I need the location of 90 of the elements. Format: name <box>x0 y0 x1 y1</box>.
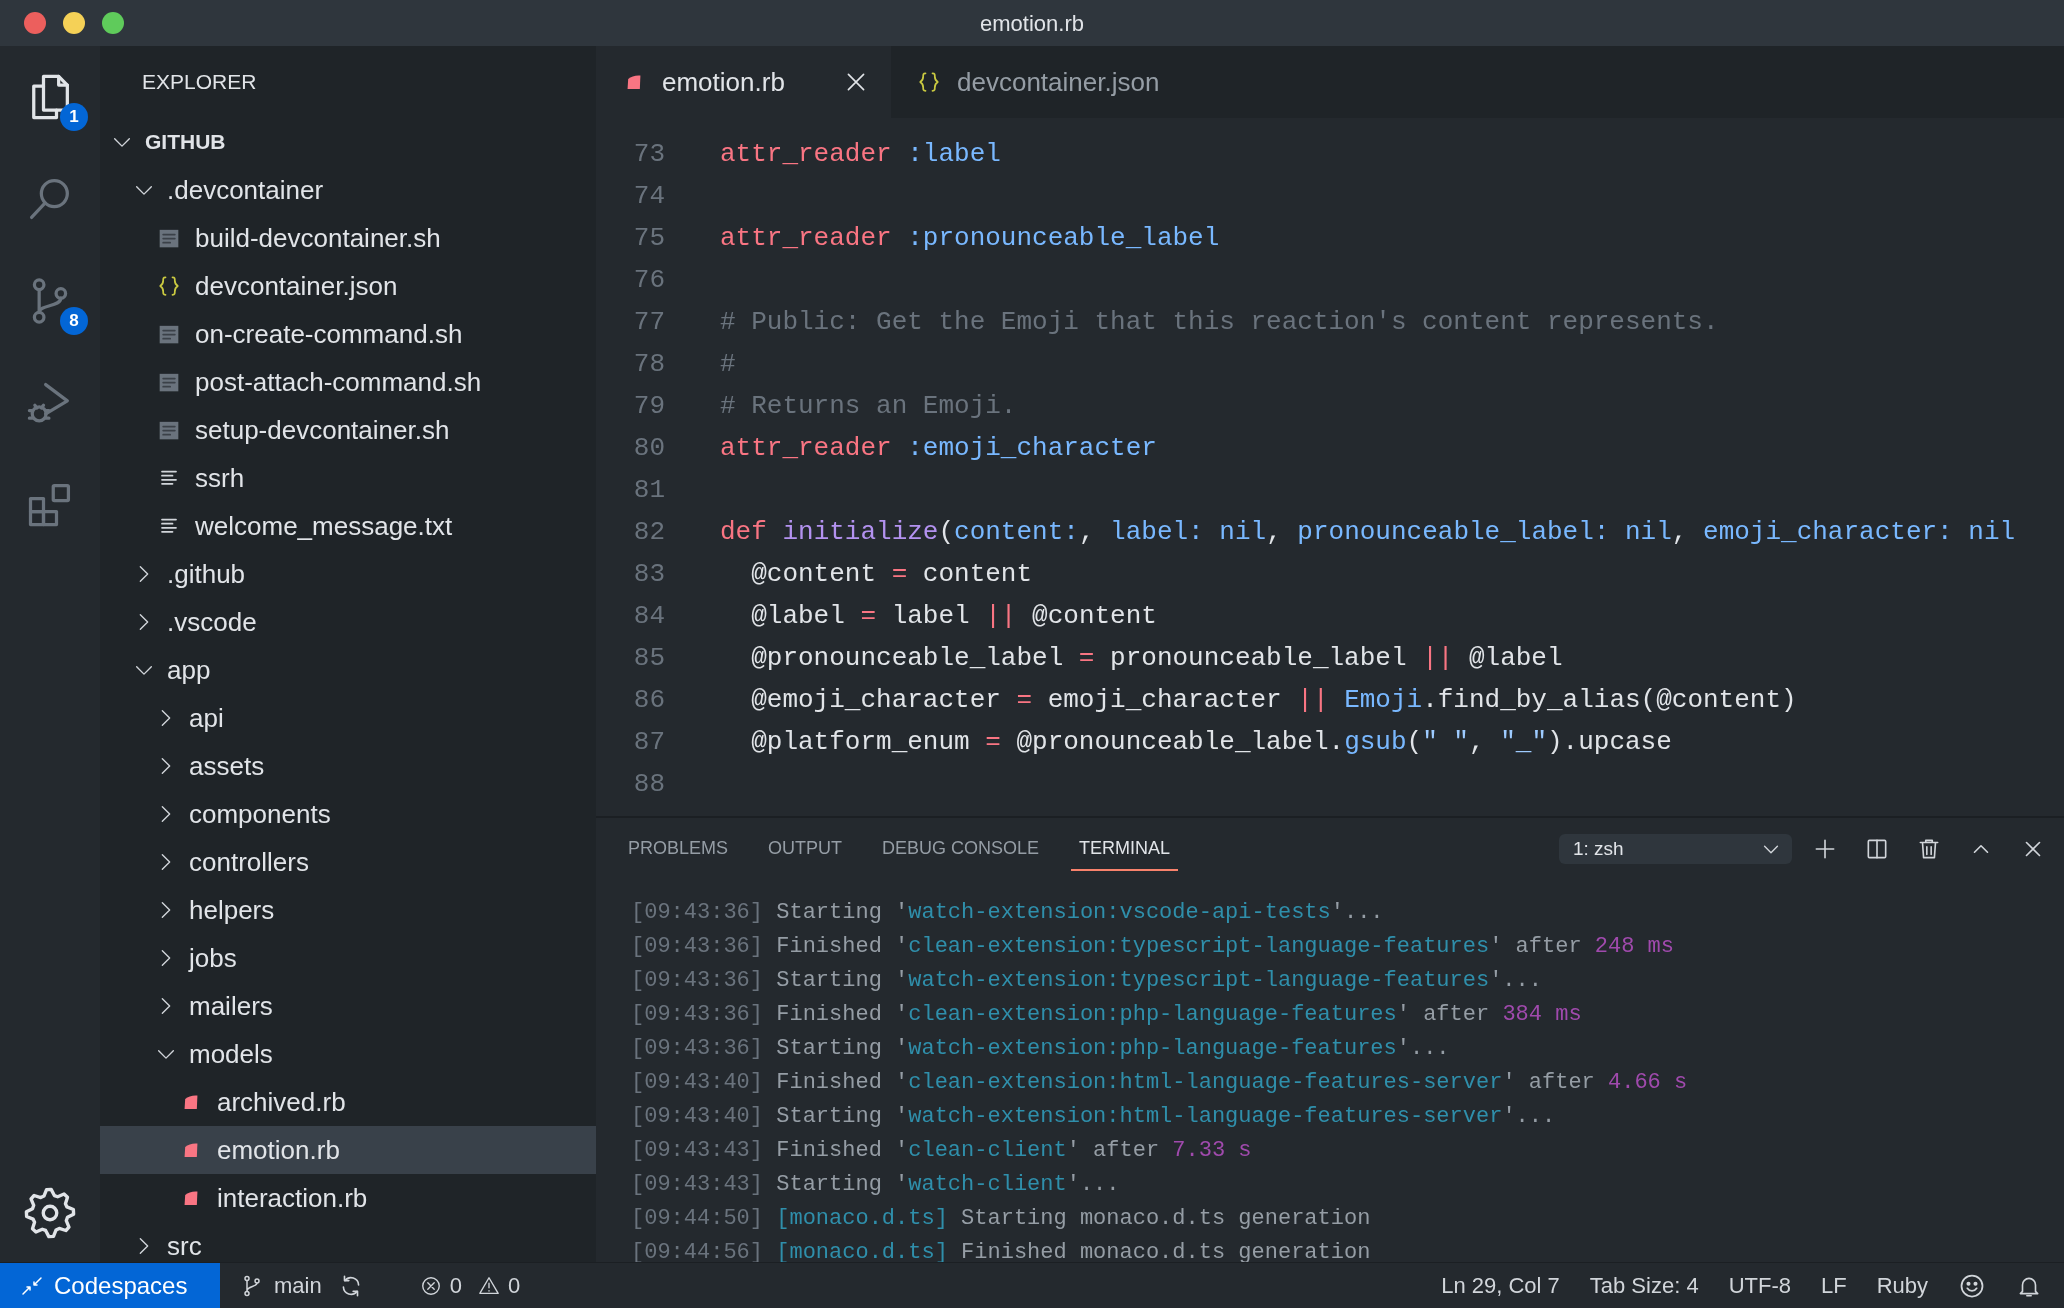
panel-tab[interactable]: TERMINAL <box>1071 827 1179 871</box>
line-number: 82 <box>632 515 665 549</box>
status-item[interactable]: Ln 29, Col 7 <box>1441 1269 1560 1302</box>
tree-item[interactable]: controllers <box>100 838 596 886</box>
tree-item[interactable]: ssrh <box>100 454 596 502</box>
tree-item[interactable]: archived.rb <box>100 1078 596 1126</box>
settings-button[interactable] <box>23 1186 77 1240</box>
tree-item[interactable]: assets <box>100 742 596 790</box>
tree-item[interactable]: build-devcontainer.sh <box>100 214 596 262</box>
tree-item[interactable]: helpers <box>100 886 596 934</box>
line-number: 79 <box>632 389 665 423</box>
terminal-line: [09:43:36] Starting 'watch-extension:vscode-api-tests'... <box>631 899 1385 927</box>
terminal-line: [09:44:56] [monaco.d.ts] Finished monaco.d.ts generation <box>631 1239 1372 1267</box>
minimize-button[interactable] <box>63 12 85 34</box>
line-number: 85 <box>632 641 665 675</box>
status-item[interactable]: Tab Size: 4 <box>1589 1269 1699 1302</box>
error-icon <box>419 1274 442 1297</box>
terminal-line: [09:43:36] Starting 'watch-extension:php-language-features'... <box>631 1035 1451 1063</box>
line-number: 76 <box>632 263 665 297</box>
tree-item[interactable]: .devcontainer <box>100 166 596 214</box>
code-line: # Returns an Emoji. <box>720 389 1017 423</box>
tree-item[interactable]: models <box>100 1030 596 1078</box>
files-button[interactable]: 1 <box>12 59 88 135</box>
line-number: 87 <box>632 725 665 759</box>
editor-tab[interactable]: emotion.rb <box>596 46 891 118</box>
line-number: 75 <box>632 221 665 255</box>
status-item[interactable]: LF <box>1820 1269 1847 1302</box>
settings-icon <box>23 1186 77 1240</box>
code-line: def initialize(content:, label: nil, pronounceable_label: nil, emoji_character: nil <box>720 515 2016 549</box>
remote-button[interactable]: Codespaces <box>0 1263 220 1308</box>
tree-item[interactable]: components <box>100 790 596 838</box>
code-line: @content = content <box>750 557 1033 591</box>
code-line: # Public: Get the Emoji that this reaction's content represents. <box>720 305 1719 339</box>
line-number: 77 <box>632 305 665 339</box>
badge: 1 <box>60 103 88 131</box>
tree-item[interactable]: on-create-command.sh <box>100 310 596 358</box>
terminal-line: [09:43:43] Starting 'watch-client'... <box>631 1171 1121 1199</box>
warning-icon <box>477 1274 500 1297</box>
code-line: attr_reader :emoji_character <box>720 431 1157 465</box>
terminal-line: [09:44:50] [monaco.d.ts] Starting monaco.d.ts generation <box>631 1205 1372 1233</box>
tree-item[interactable]: emotion.rb <box>100 1126 596 1174</box>
line-number: 84 <box>632 599 665 633</box>
line-number: 83 <box>632 557 665 591</box>
code-line: @platform_enum = @pronounceable_label.gsub(" ", "_").upcase <box>750 725 1672 759</box>
badge: 8 <box>60 307 88 335</box>
tree-item[interactable]: mailers <box>100 982 596 1030</box>
problems-button[interactable]: 0 0 <box>419 1269 521 1302</box>
tree-item[interactable]: setup-devcontainer.sh <box>100 406 596 454</box>
tree-item[interactable]: welcome_message.txt <box>100 502 596 550</box>
line-number: 88 <box>632 767 665 801</box>
code-line: @pronounceable_label = pronounceable_label || @label <box>750 641 1563 675</box>
panel-tab[interactable]: OUTPUT <box>760 827 851 871</box>
close-button[interactable] <box>24 12 46 34</box>
terminal-line: [09:43:40] Starting 'watch-extension:html-language-features-server'... <box>631 1103 1557 1131</box>
status-item[interactable]: Ruby <box>1876 1269 1928 1302</box>
status-item[interactable]: UTF-8 <box>1728 1269 1791 1302</box>
panel-tab[interactable]: PROBLEMS <box>620 827 737 871</box>
terminal-line: [09:43:36] Finished 'clean-extension:php-language-features' after 384 ms <box>631 1001 1583 1029</box>
panel-tab[interactable]: DEBUG CONSOLE <box>874 827 1048 871</box>
source-control-button[interactable]: 8 <box>12 263 88 339</box>
tree-item[interactable]: src <box>100 1222 596 1262</box>
code-line: attr_reader :label <box>720 137 1001 171</box>
terminal-line: [09:43:36] Finished 'clean-extension:typescript-language-features' after 248 ms <box>631 933 1675 961</box>
terminal-line: [09:43:40] Finished 'clean-extension:html-language-features-server' after 4.66 s <box>631 1069 1689 1097</box>
code-line: @emoji_character = emoji_character || Emoji.find_by_alias(@content) <box>750 683 1797 717</box>
tree-item[interactable]: .github <box>100 550 596 598</box>
code-line: attr_reader :pronounceable_label <box>720 221 1220 255</box>
line-number: 74 <box>632 179 665 213</box>
tree-item[interactable]: .vscode <box>100 598 596 646</box>
section-header[interactable]: GITHUB <box>100 118 596 166</box>
tree-item[interactable]: jobs <box>100 934 596 982</box>
terminal-dropdown[interactable]: 1: zsh <box>1559 834 1792 864</box>
tree-item[interactable]: interaction.rb <box>100 1174 596 1222</box>
tree-item[interactable]: post-attach-command.sh <box>100 358 596 406</box>
terminal-line: [09:43:43] Finished 'clean-client' after 7.33 s <box>631 1137 1253 1165</box>
terminal-line: [09:43:36] Starting 'watch-extension:typescript-language-features'... <box>631 967 1543 995</box>
code-line: @label = label || @content <box>750 599 1157 633</box>
line-number: 86 <box>632 683 665 717</box>
code-line: # <box>720 347 736 381</box>
line-number: 80 <box>632 431 665 465</box>
line-number: 81 <box>632 473 665 507</box>
branch-button[interactable]: main <box>240 1269 322 1302</box>
tree-item[interactable]: api <box>100 694 596 742</box>
line-number: 78 <box>632 347 665 381</box>
sidebar-title: EXPLORER <box>141 69 258 96</box>
maximize-button[interactable] <box>102 12 124 34</box>
line-number: 73 <box>632 137 665 171</box>
tree-item[interactable]: app <box>100 646 596 694</box>
window-title: emotion.rb <box>980 9 1084 38</box>
tree-item[interactable]: devcontainer.json <box>100 262 596 310</box>
